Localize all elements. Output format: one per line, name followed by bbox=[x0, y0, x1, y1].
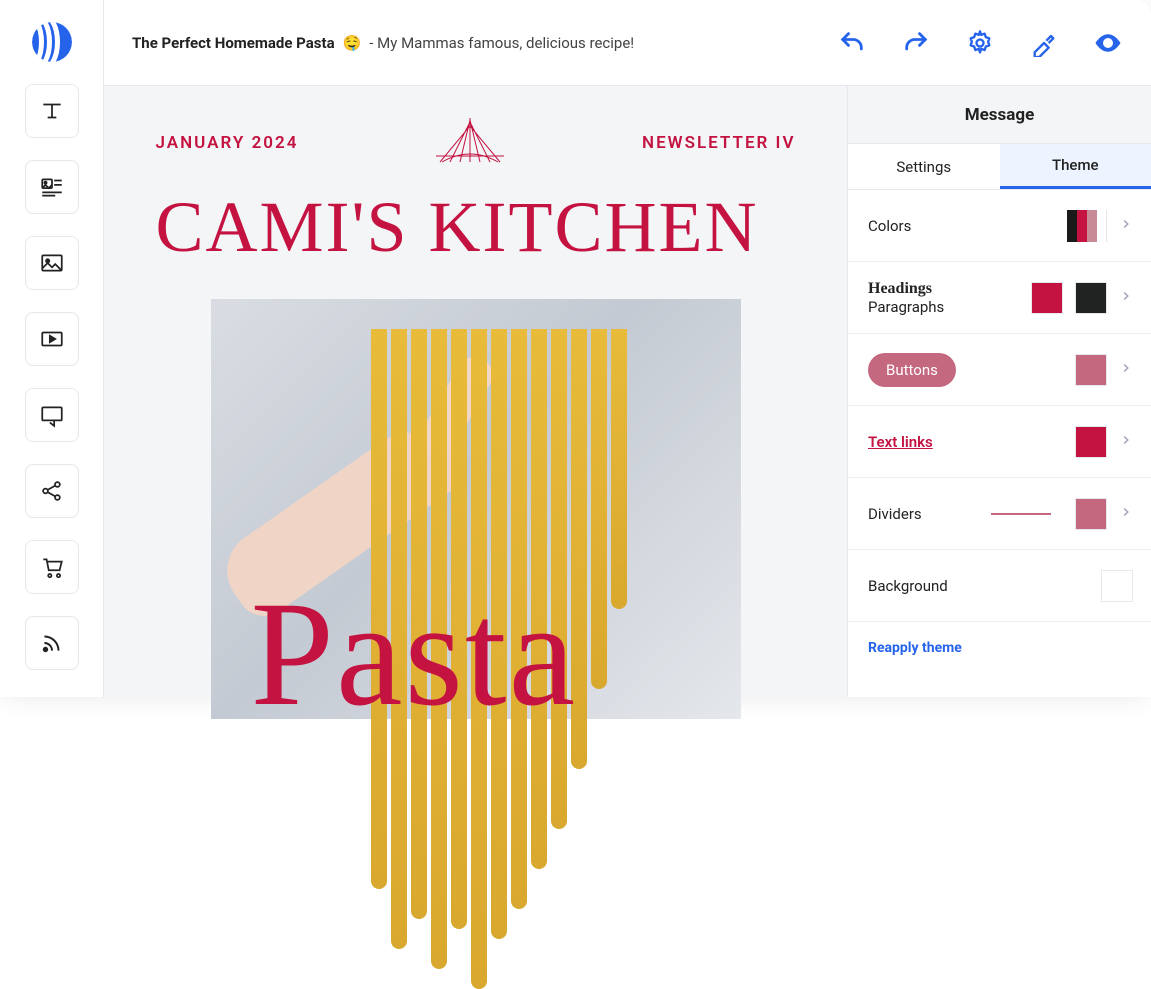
newsletter-edition: NEWSLETTER IV bbox=[642, 133, 795, 153]
theme-row-typography[interactable]: Headings Paragraphs bbox=[848, 262, 1151, 334]
redo-button[interactable] bbox=[901, 28, 931, 58]
textlinks-label: Text links bbox=[868, 433, 933, 451]
cart-block-button[interactable] bbox=[25, 540, 79, 594]
settings-button[interactable] bbox=[965, 28, 995, 58]
chevron-right-icon bbox=[1119, 432, 1133, 451]
theme-row-colors[interactable]: Colors bbox=[848, 190, 1151, 262]
row-label: Dividers bbox=[868, 505, 979, 523]
document-title[interactable]: The Perfect Homemade Pasta 🤤 - My Mammas… bbox=[132, 34, 827, 52]
row-label: Colors bbox=[868, 217, 1055, 235]
rss-block-button[interactable] bbox=[25, 616, 79, 670]
undo-button[interactable] bbox=[837, 28, 867, 58]
theme-row-buttons[interactable]: Buttons bbox=[848, 334, 1151, 406]
chevron-right-icon bbox=[1119, 216, 1133, 235]
sunburst-icon bbox=[430, 116, 510, 169]
doc-title-emoji: 🤤 bbox=[343, 34, 362, 52]
preview-button[interactable] bbox=[1093, 28, 1123, 58]
doc-title-main: The Perfect Homemade Pasta bbox=[132, 34, 335, 52]
swatch-paragraphs bbox=[1075, 282, 1107, 314]
swatch-headings bbox=[1031, 282, 1063, 314]
tab-theme[interactable]: Theme bbox=[1000, 144, 1151, 189]
row-label: Headings Paragraphs bbox=[868, 280, 1019, 316]
design-button[interactable] bbox=[1029, 28, 1059, 58]
theme-row-background[interactable]: Background bbox=[848, 550, 1151, 622]
swatch-buttons bbox=[1075, 354, 1107, 386]
swatch-background bbox=[1101, 570, 1133, 602]
image-block-button[interactable] bbox=[25, 236, 79, 290]
top-bar: The Perfect Homemade Pasta 🤤 - My Mammas… bbox=[104, 0, 1151, 86]
image-text-block-button[interactable] bbox=[25, 160, 79, 214]
newsletter-date: JANUARY 2024 bbox=[156, 133, 299, 153]
share-block-button[interactable] bbox=[25, 464, 79, 518]
chevron-right-icon bbox=[1119, 288, 1133, 307]
buttons-pill: Buttons bbox=[868, 353, 956, 387]
chevron-right-icon bbox=[1119, 504, 1133, 523]
theme-row-dividers[interactable]: Dividers bbox=[848, 478, 1151, 550]
doc-title-sub: - My Mammas famous, delicious recipe! bbox=[369, 34, 634, 52]
left-toolbar bbox=[0, 0, 104, 697]
divider-preview bbox=[991, 513, 1051, 515]
brand-heading: CAMI'S KITCHEN bbox=[156, 191, 796, 263]
right-panel: Message Settings Theme Colors bbox=[847, 86, 1151, 697]
color-swatches bbox=[1067, 210, 1107, 242]
panel-title: Message bbox=[848, 86, 1151, 144]
reapply-theme-button[interactable]: Reapply theme bbox=[848, 622, 1151, 674]
hero-word: Pasta bbox=[251, 579, 578, 729]
swatch-textlinks bbox=[1075, 426, 1107, 458]
chevron-right-icon bbox=[1119, 360, 1133, 379]
text-block-button[interactable] bbox=[25, 84, 79, 138]
tab-settings[interactable]: Settings bbox=[848, 144, 1000, 189]
swatch-dividers bbox=[1075, 498, 1107, 530]
theme-row-textlinks[interactable]: Text links bbox=[848, 406, 1151, 478]
hero-image: Pasta bbox=[211, 299, 741, 719]
row-label: Background bbox=[868, 577, 1089, 595]
editor-canvas[interactable]: JANUARY 2024 NEWSLETTER IV CAMI'S KITCHE… bbox=[104, 86, 847, 697]
video-block-button[interactable] bbox=[25, 312, 79, 366]
app-logo bbox=[28, 18, 76, 66]
embed-block-button[interactable] bbox=[25, 388, 79, 442]
